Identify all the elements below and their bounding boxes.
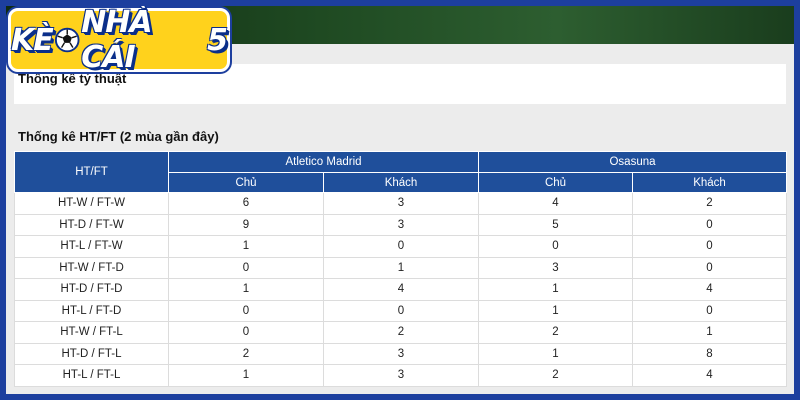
table-cell: 1 [478,299,633,322]
table-cell: 2 [478,364,633,387]
row-label: HT-D / FT-D [14,278,169,301]
table-cell: 2 [632,192,787,215]
table-cell: 4 [323,278,479,301]
table-cell: 0 [632,299,787,322]
table-cell: 0 [168,321,324,344]
table-cell: 4 [632,278,787,301]
table-cell: 0 [632,235,787,258]
row-label: HT-W / FT-D [14,256,169,279]
table-cell: 3 [323,192,479,215]
table-cell: 2 [478,321,633,344]
htft-column-header: HT/FT [14,151,169,193]
table-cell: 3 [478,256,633,279]
logo-text-part1: KÈ [11,22,54,58]
logo-text-part2: NHÀ CÁI [81,6,152,75]
row-label: HT-L / FT-D [14,299,169,322]
table-cell: 2 [168,342,324,365]
content-frame: KÈ NHÀ CÁI 5 Thống kê tỷ thuật Thống kê … [6,6,794,394]
table-cell: 1 [323,256,479,279]
row-label: HT-D / FT-L [14,342,169,365]
table-cell: 1 [478,278,633,301]
team1-header: Atletico Madrid [168,151,479,173]
team1-home-header: Chủ [168,172,324,193]
row-label: HT-L / FT-L [14,364,169,387]
table-cell: 0 [323,235,479,258]
table-cell: 6 [168,192,324,215]
table-cell: 5 [478,213,633,236]
logo-text: KÈ NHÀ CÁI 5 [11,6,228,75]
site-logo[interactable]: KÈ NHÀ CÁI 5 [8,6,230,75]
team2-header: Osasuna [478,151,787,173]
table-row: HT-L / FT-L 1 3 2 4 [14,364,787,387]
table-row: HT-L / FT-D 0 0 1 0 [14,299,787,322]
table-row: HT-D / FT-L 2 3 1 8 [14,342,787,365]
table-cell: 4 [478,192,633,215]
table-row: HT-W / FT-D 0 1 3 0 [14,256,787,279]
table-cell: 8 [632,342,787,365]
table-cell: 1 [168,278,324,301]
row-label: HT-D / FT-W [14,213,169,236]
htft-table: HT/FT Atletico Madrid Osasuna Chủ Khách … [14,151,787,387]
table-row: HT-W / FT-W 6 3 4 2 [14,192,787,215]
table-cell: 0 [632,256,787,279]
table-row: HT-D / FT-W 9 3 5 0 [14,213,787,236]
table-row: HT-L / FT-W 1 0 0 0 [14,235,787,258]
row-label: HT-L / FT-W [14,235,169,258]
htft-stats-section: Thống kê HT/FT (2 mùa gần đây) HT/FT Atl… [14,122,787,387]
row-label: HT-W / FT-L [14,321,169,344]
table-cell: 0 [478,235,633,258]
table-cell: 1 [632,321,787,344]
table-cell: 4 [632,364,787,387]
table-cell: 0 [168,299,324,322]
table-cell: 1 [168,235,324,258]
table-row: HT-W / FT-L 0 2 2 1 [14,321,787,344]
table-cell: 9 [168,213,324,236]
table-cell: 1 [168,364,324,387]
table-cell: 0 [168,256,324,279]
table-cell: 3 [323,342,479,365]
table-cell: 3 [323,364,479,387]
team2-home-header: Chủ [478,172,633,193]
table-cell: 3 [323,213,479,236]
htft-stats-title: Thống kê HT/FT (2 mùa gần đây) [18,129,219,144]
logo-text-part3: 5 [207,22,228,58]
table-cell: 0 [323,299,479,322]
soccer-ball-icon [54,27,80,53]
table-row: HT-D / FT-D 1 4 1 4 [14,278,787,301]
table-cell: 0 [632,213,787,236]
table-cell: 2 [323,321,479,344]
team2-away-header: Khách [632,172,787,193]
team1-away-header: Khách [323,172,479,193]
table-cell: 1 [478,342,633,365]
row-label: HT-W / FT-W [14,192,169,215]
